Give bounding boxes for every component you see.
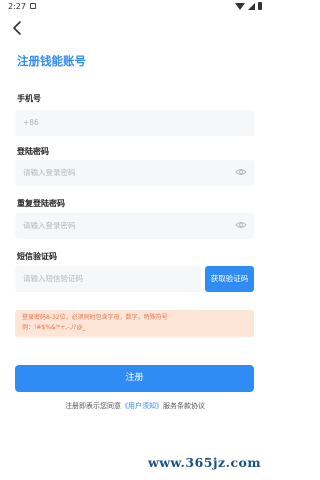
- register-button[interactable]: 注册: [15, 365, 254, 392]
- page-title: 注册钱能账号: [17, 54, 86, 68]
- confirm-password-field[interactable]: 请输入登录密码: [15, 213, 254, 239]
- wifi-icon: [235, 2, 245, 10]
- password-label: 登陆密码: [17, 147, 49, 156]
- signal-icon: [248, 2, 255, 10]
- password-field[interactable]: 请输入登录密码: [15, 160, 254, 186]
- phone-field[interactable]: +86: [15, 110, 254, 136]
- confirm-password-label: 重复登陆密码: [17, 199, 65, 208]
- password-rule-tip: 登录密码8-32位，必须同时包含字母，数字，特殊符号 例：!#$%&'*+,-.…: [15, 310, 254, 337]
- back-arrow-icon[interactable]: [10, 20, 24, 36]
- notification-icon: [30, 3, 36, 9]
- eye-icon[interactable]: [235, 221, 247, 229]
- password-placeholder: 请输入登录密码: [23, 168, 76, 177]
- terms-prefix: 注册即表示您同意: [65, 402, 121, 410]
- battery-icon: [258, 2, 262, 10]
- terms-suffix: 服务条款协议: [163, 402, 205, 410]
- status-bar: 2:27: [0, 0, 270, 14]
- terms-text: 注册即表示您同意《用户须知》服务条款协议: [0, 401, 270, 411]
- sms-code-field[interactable]: 请输入短信验证码: [15, 266, 201, 292]
- phone-prefix: +86: [23, 118, 39, 127]
- status-icons: [235, 2, 262, 10]
- confirm-password-placeholder: 请输入登录密码: [23, 221, 76, 230]
- status-time: 2:27: [8, 2, 26, 11]
- sms-code-label: 短信验证码: [17, 252, 57, 261]
- sms-code-placeholder: 请输入短信验证码: [23, 274, 83, 283]
- tip-line-1: 登录密码8-32位，必须同时包含字母，数字，特殊符号: [22, 314, 168, 321]
- user-notice-link[interactable]: 《用户须知》: [121, 402, 163, 410]
- watermark: www.365jz.com: [148, 455, 262, 470]
- tip-line-2: 例：!#$%&'*+,-./?@_: [22, 324, 86, 331]
- get-code-button[interactable]: 获取验证码: [205, 266, 254, 292]
- phone-label: 手机号: [17, 94, 41, 103]
- eye-icon[interactable]: [235, 168, 247, 176]
